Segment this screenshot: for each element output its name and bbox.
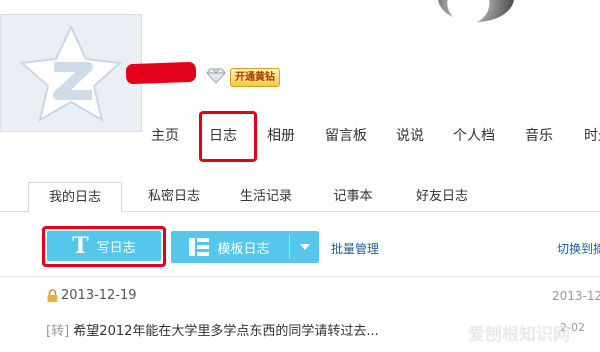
repost-tag: [转] <box>46 324 70 339</box>
site-watermark: 爱刨根知识网 <box>468 325 570 345</box>
open-yellow-diamond-button[interactable]: 开通黄钻 <box>230 68 280 87</box>
nav-item-timeline[interactable]: 时光 <box>584 118 600 154</box>
nav-item-profile[interactable]: 个人档 <box>453 118 495 154</box>
template-blog-main[interactable]: 模板日志 <box>171 231 288 263</box>
nav-item-music[interactable]: 音乐 <box>525 118 553 154</box>
write-button-highlight <box>42 226 166 267</box>
diamond-icon <box>206 68 226 84</box>
template-blog-label: 模板日志 <box>217 241 270 257</box>
tab-life-record[interactable]: 生活记录 <box>218 182 314 212</box>
nav-item-album[interactable]: 相册 <box>267 118 295 154</box>
tab-my-blog[interactable]: 我的日志 <box>28 182 122 213</box>
template-blog-button[interactable]: 模板日志 <box>171 231 319 263</box>
entry-date-right: 2013-12 <box>552 289 600 303</box>
lock-icon <box>47 289 58 302</box>
nav-item-home[interactable]: 主页 <box>151 118 179 154</box>
friend-avatar-photo[interactable] <box>438 0 514 22</box>
tab-notebook[interactable]: 记事本 <box>310 182 396 212</box>
tab-friends-blog[interactable]: 好友日志 <box>398 182 486 212</box>
avatar[interactable] <box>0 14 142 132</box>
date-group-label: 2013-12-19 <box>61 288 137 303</box>
template-grid-icon <box>189 238 210 256</box>
template-dropdown-toggle[interactable] <box>290 231 319 263</box>
tab-private-blog[interactable]: 私密日志 <box>126 182 222 212</box>
nav-item-shuoshuo[interactable]: 说说 <box>396 118 424 154</box>
primary-nav: 主页 日志 相册 留言板 说说 个人档 音乐 时光 <box>0 118 600 154</box>
qzone-star-logo-icon <box>19 24 123 123</box>
nav-item-message-board[interactable]: 留言板 <box>325 118 367 154</box>
caret-down-icon <box>299 244 310 250</box>
batch-manage-link[interactable]: 批量管理 <box>331 240 379 257</box>
redacted-username <box>125 61 197 85</box>
list-divider <box>0 276 600 277</box>
post-title-link[interactable]: 希望2012年能在大学里多学点东西的同学请转过去... <box>73 324 378 339</box>
list-item[interactable]: [转] 希望2012年能在大学里多学点东西的同学请转过去... <box>46 320 379 339</box>
blog-nav-highlight <box>199 111 257 162</box>
date-group-header: 2013-12-19 <box>46 288 137 303</box>
switch-view-link[interactable]: 切换到摘 <box>557 240 600 257</box>
